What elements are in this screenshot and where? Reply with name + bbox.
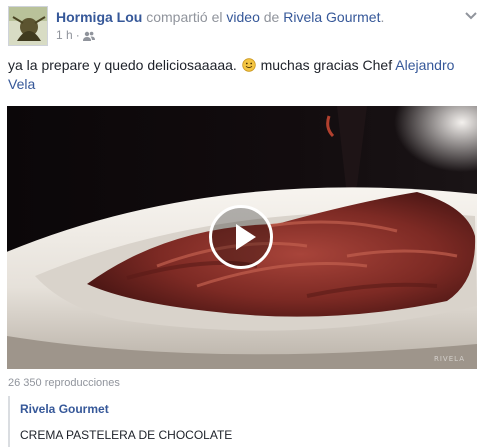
header-period: .: [380, 9, 385, 25]
friends-icon[interactable]: [82, 30, 95, 41]
post-meta: 1 h ·: [56, 28, 95, 42]
chevron-down-icon[interactable]: [464, 8, 478, 20]
shared-object-link[interactable]: video: [226, 9, 259, 25]
attachment-title[interactable]: CREMA PASTELERA DE CHOCOLATE: [20, 428, 232, 442]
shared-attachment[interactable]: Rivela Gourmet CREMA PASTELERA DE CHOCOL…: [8, 396, 478, 447]
page-name-link[interactable]: Rivela Gourmet: [283, 9, 380, 25]
video-player[interactable]: RIVELA: [7, 106, 477, 369]
post-message: ya la prepare y quedo deliciosaaaaa. muc…: [8, 56, 478, 94]
author-name[interactable]: Hormiga Lou: [56, 9, 142, 25]
author-avatar[interactable]: [8, 6, 48, 46]
post-header-line: Hormiga Lou compartió el video de Rivela…: [56, 9, 384, 25]
play-icon[interactable]: [209, 205, 273, 269]
message-text-before: ya la prepare y quedo deliciosaaaaa.: [8, 57, 237, 73]
meta-separator: ·: [75, 28, 80, 42]
post-timestamp[interactable]: 1 h: [56, 28, 73, 42]
view-count: 26 350 reproducciones: [8, 377, 120, 389]
attachment-source-link[interactable]: Rivela Gourmet: [20, 402, 109, 416]
share-action-text: compartió el: [146, 9, 223, 25]
message-text-after: muchas gracias Chef: [260, 57, 393, 73]
smiley-emoji: [242, 58, 256, 72]
video-watermark: RIVELA: [434, 355, 465, 363]
feed-post: Hormiga Lou compartió el video de Rivela…: [0, 0, 486, 447]
preposition-text: de: [263, 9, 280, 25]
